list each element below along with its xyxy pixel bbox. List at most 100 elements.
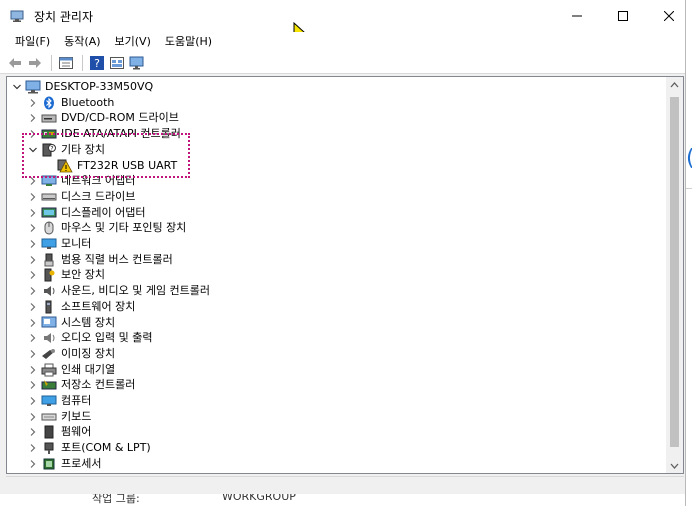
expand-chevron-icon[interactable] (27, 267, 39, 283)
scrollbar-thumb[interactable] (670, 97, 679, 447)
tree-item[interactable]: 모니터 (27, 236, 91, 252)
expand-chevron-icon[interactable] (27, 236, 39, 252)
tree-item-label: 휴먼 인터페이스 장치 (61, 472, 159, 474)
tree-item-label: 컴퓨터 (61, 394, 92, 407)
expand-chevron-icon[interactable] (27, 377, 39, 393)
tree-item[interactable]: DVD/CD-ROM 드라이브 (27, 110, 179, 126)
port-icon (41, 441, 57, 455)
forward-button[interactable] (26, 54, 44, 72)
expand-chevron-icon[interactable] (27, 409, 39, 425)
tree-item[interactable]: 범용 직렬 버스 컨트롤러 (27, 252, 173, 268)
camera-icon (41, 347, 57, 361)
computer-icon (41, 394, 57, 408)
expand-chevron-icon[interactable] (27, 330, 39, 346)
help-icon: ? (90, 55, 104, 70)
status-bar (6, 476, 684, 495)
storage-controller-icon (41, 378, 57, 392)
minimize-button[interactable] (554, 0, 600, 32)
menu-action[interactable]: 동작(A) (57, 33, 107, 51)
tree-item-label: 보안 장치 (61, 268, 105, 282)
tree-item[interactable]: 디스플레이 어댑터 (27, 205, 145, 221)
tree-item-label: Bluetooth (61, 95, 115, 109)
processor-icon (41, 457, 57, 471)
menu-view[interactable]: 보기(V) (108, 33, 158, 51)
menu-file[interactable]: 파일(F) (8, 33, 57, 51)
expand-chevron-icon[interactable] (27, 346, 39, 362)
tree-item-label: 프로세서 (61, 456, 102, 470)
expand-chevron-icon[interactable] (27, 393, 39, 409)
minimize-icon (572, 15, 582, 17)
background-window-bottom: 작업 그룹: WORKGROUP (0, 494, 685, 506)
background-text-fragment: ( (686, 148, 692, 170)
title-bar[interactable]: 장치 관리자 (0, 0, 685, 40)
back-button[interactable] (6, 54, 24, 72)
close-button[interactable] (646, 0, 692, 32)
tree-item-label: 소프트웨어 장치 (61, 299, 136, 313)
tree-item[interactable]: 시스템 장치 (27, 315, 115, 331)
expand-chevron-icon[interactable] (27, 472, 39, 474)
properties-button[interactable] (57, 54, 75, 72)
security-device-icon (41, 268, 57, 282)
tree-item[interactable]: 저장소 컨트롤러 (27, 377, 135, 393)
svg-text:?: ? (94, 57, 100, 70)
mouse-icon (41, 221, 57, 235)
tree-item[interactable]: 프로세서 (27, 456, 101, 472)
scan-hardware-button[interactable] (128, 54, 146, 72)
expand-chevron-icon[interactable] (27, 456, 39, 472)
tree-item[interactable]: 휴먼 인터페이스 장치 (27, 472, 159, 474)
expand-chevron-icon[interactable] (27, 299, 39, 315)
dvd-drive-icon (41, 111, 57, 125)
tree-item[interactable]: 키보드 (27, 409, 91, 425)
expand-chevron-icon[interactable] (27, 315, 39, 331)
collapse-chevron-icon[interactable] (11, 79, 23, 95)
audio-io-icon (41, 331, 57, 345)
expand-chevron-icon[interactable] (27, 440, 39, 456)
tree-root[interactable]: DESKTOP-33M50VQ (11, 79, 153, 95)
tree-item[interactable]: 컴퓨터 (27, 393, 91, 409)
tree-item-label: 디스플레이 어댑터 (61, 205, 146, 219)
vertical-scrollbar[interactable] (666, 77, 683, 473)
tree-item[interactable]: 펌웨어 (27, 424, 91, 440)
tree-item[interactable]: 인쇄 대기열 (27, 362, 115, 378)
tree-item[interactable]: 이미징 장치 (27, 346, 115, 362)
help-button[interactable]: ? (88, 54, 106, 72)
monitor-scan-icon (129, 56, 144, 69)
expand-chevron-icon[interactable] (27, 110, 39, 126)
expand-chevron-icon[interactable] (27, 189, 39, 205)
expand-chevron-icon[interactable] (27, 95, 39, 111)
view-button[interactable] (108, 54, 126, 72)
back-icon (9, 57, 21, 68)
sound-icon (41, 284, 57, 298)
tree-item[interactable]: Bluetooth (27, 95, 114, 111)
toolbar-separator (82, 54, 83, 71)
tree-item-label: 포트(COM & LPT) (61, 441, 151, 455)
printer-icon (41, 363, 57, 377)
tree-item[interactable]: 마우스 및 기타 포인팅 장치 (27, 220, 186, 236)
toolbar: ? (0, 52, 685, 74)
tree-item-label: 이미징 장치 (61, 346, 116, 360)
system-device-icon (41, 316, 57, 330)
expand-chevron-icon[interactable] (27, 424, 39, 440)
tree-item[interactable]: 오디오 입력 및 출력 (27, 330, 152, 346)
tree-item-label: 키보드 (61, 409, 92, 423)
tree-item[interactable]: 포트(COM & LPT) (27, 440, 151, 456)
expand-chevron-icon[interactable] (27, 362, 39, 378)
annotation-highlight-box (22, 133, 190, 178)
workgroup-value: WORKGROUP (222, 494, 296, 503)
tree-item-label: DESKTOP-33M50VQ (45, 80, 154, 93)
expand-chevron-icon[interactable] (27, 205, 39, 221)
expand-chevron-icon[interactable] (27, 220, 39, 236)
maximize-button[interactable] (600, 0, 646, 32)
tree-item[interactable]: 디스크 드라이브 (27, 189, 135, 205)
tree-item-label: 모니터 (61, 237, 92, 250)
menu-help[interactable]: 도움말(H) (158, 33, 219, 51)
tree-item[interactable]: 사운드, 비디오 및 게임 컨트롤러 (27, 283, 210, 299)
scroll-down-icon[interactable] (670, 461, 679, 470)
expand-chevron-icon[interactable] (27, 252, 39, 268)
firmware-icon (41, 425, 57, 439)
keyboard-icon (41, 410, 57, 424)
tree-item[interactable]: 보안 장치 (27, 267, 105, 283)
scroll-up-icon[interactable] (670, 81, 679, 90)
expand-chevron-icon[interactable] (27, 283, 39, 299)
tree-item[interactable]: 소프트웨어 장치 (27, 299, 135, 315)
